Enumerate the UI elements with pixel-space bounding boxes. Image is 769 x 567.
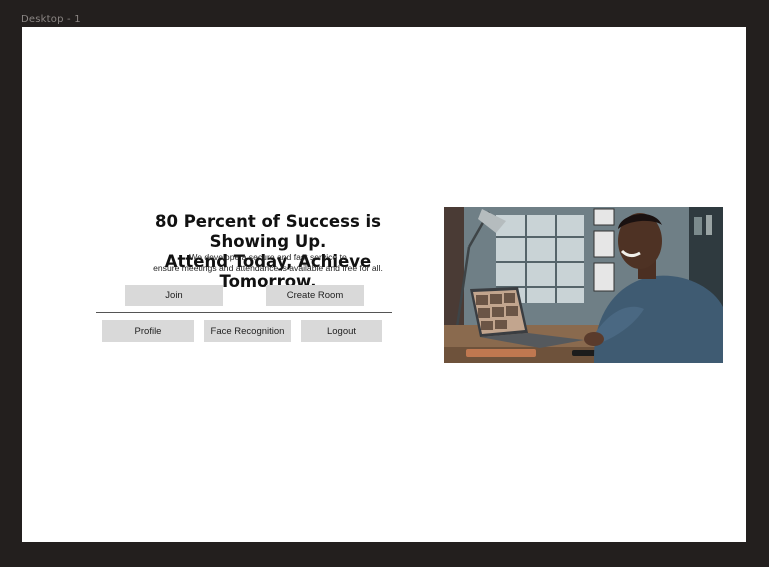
hero-subtitle: We develope a secure and fast service to… [118,252,418,274]
hero-image [444,207,723,363]
logout-button[interactable]: Logout [301,320,382,342]
create-room-button[interactable]: Create Room [266,285,364,306]
frame-label: Desktop - 1 [21,14,81,25]
hero-title-line-1: 80 Percent of Success is Showing Up. [155,212,381,251]
hero-subtitle-line-1: We develope a secure and fast service to [189,252,347,262]
profile-button[interactable]: Profile [102,320,194,342]
face-recognition-button[interactable]: Face Recognition [204,320,291,342]
divider [96,312,392,313]
hero-subtitle-line-2: ensure meetings and attendance is availa… [153,263,383,273]
hero-photo [444,207,723,363]
join-button[interactable]: Join [125,285,223,306]
desktop-frame: 80 Percent of Success is Showing Up. Att… [22,27,746,542]
